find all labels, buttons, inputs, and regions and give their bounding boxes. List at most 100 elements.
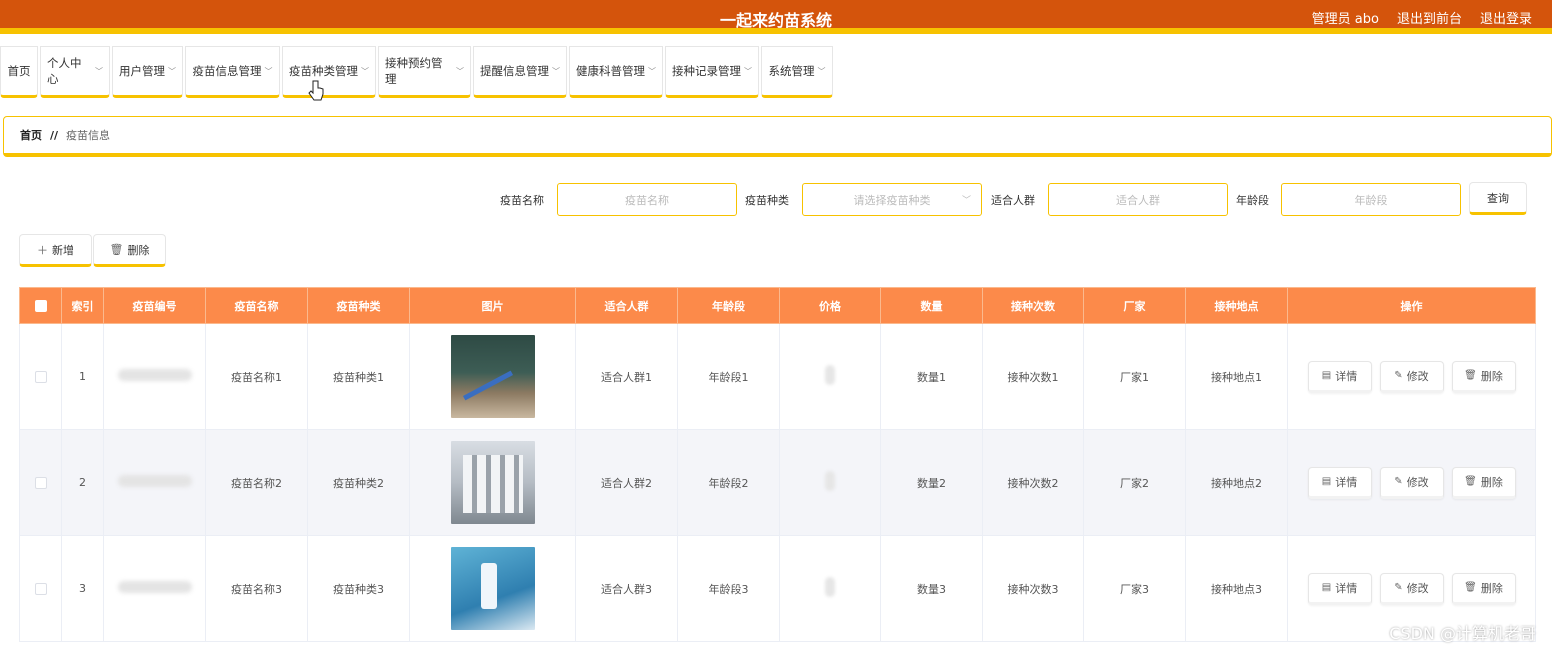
edit-button[interactable]: ✎ 修改	[1379, 466, 1444, 499]
row-select-cell[interactable]	[19, 323, 62, 430]
row-checkbox[interactable]	[34, 371, 47, 383]
top-header: 一起来约苗系统 管理员 abo 退出到前台 退出登录	[0, 0, 1552, 34]
search-age-placeholder: 年龄段	[1354, 193, 1388, 207]
detail-label: 详情	[1335, 475, 1358, 489]
row-select-cell[interactable]	[19, 429, 62, 536]
column-header: 适合人群	[575, 287, 678, 324]
nav-item-label: 系统管理	[768, 64, 815, 78]
row-checkbox[interactable]	[34, 477, 47, 489]
detail-button[interactable]: ▤ 详情	[1307, 360, 1372, 393]
chevron-down-icon: ﹀	[95, 66, 103, 76]
nav-item-label: 首页	[7, 64, 31, 78]
breadcrumb: 首页 // 疫苗信息	[3, 116, 1552, 157]
cell-actions: ▤ 详情 ✎ 修改 🗑 删除	[1287, 323, 1536, 430]
cell-times: 接种次数1	[982, 323, 1084, 430]
cell-crowd: 适合人群3	[575, 535, 678, 642]
vaccine-image	[450, 547, 535, 630]
nav-item-label: 疫苗信息管理	[192, 64, 262, 78]
cell-code	[103, 535, 206, 642]
redacted-code	[117, 369, 192, 381]
cell-quantity: 数量2	[880, 429, 983, 536]
edit-button[interactable]: ✎ 修改	[1379, 360, 1444, 393]
batch-delete-button[interactable]: 🗑 删除	[93, 234, 166, 267]
add-button-label: 新增	[52, 243, 74, 257]
edit-label: 修改	[1406, 475, 1429, 489]
cell-place: 接种地点1	[1185, 323, 1288, 430]
cell-price	[779, 323, 881, 430]
front-link[interactable]: 退出到前台	[1397, 8, 1462, 27]
redacted-code	[117, 581, 192, 593]
redacted-code	[117, 475, 192, 487]
nav-item[interactable]: 个人中心 ﹀	[40, 46, 110, 98]
delete-button[interactable]: 🗑 删除	[1451, 466, 1516, 499]
search-type-label: 疫苗种类	[745, 194, 789, 207]
column-header: 疫苗名称	[205, 287, 308, 324]
add-button[interactable]: ＋ 新增	[19, 234, 92, 267]
column-header: 厂家	[1083, 287, 1186, 324]
cell-image	[409, 323, 576, 430]
delete-label: 删除	[1480, 369, 1503, 383]
nav-item[interactable]: 接种预约管理 ﹀	[378, 46, 471, 98]
search-crowd-input[interactable]: 适合人群	[1048, 183, 1228, 216]
select-all-cell[interactable]	[19, 287, 62, 324]
header-links: 管理员 abo 退出到前台 退出登录	[1312, 8, 1532, 27]
breadcrumb-home[interactable]: 首页	[20, 127, 42, 143]
watermark: CSDN @计算机老哥	[1389, 624, 1536, 643]
cell-name: 疫苗名称2	[205, 429, 308, 536]
nav-item[interactable]: 疫苗种类管理 ﹀	[282, 46, 376, 98]
batch-delete-label: 删除	[127, 243, 150, 257]
query-button[interactable]: 查询	[1469, 182, 1527, 215]
cell-index: 1	[61, 323, 104, 430]
chevron-down-icon: ﹀	[456, 66, 464, 76]
delete-label: 删除	[1480, 475, 1503, 489]
search-age-input[interactable]: 年龄段	[1281, 183, 1461, 216]
pencil-icon: ✎	[1394, 476, 1403, 487]
trash-icon: 🗑	[1464, 370, 1477, 381]
column-header: 索引	[61, 287, 104, 324]
search-name-input[interactable]: 疫苗名称	[557, 183, 737, 216]
breadcrumb-current: 疫苗信息	[66, 129, 111, 142]
cell-crowd: 适合人群2	[575, 429, 678, 536]
detail-button[interactable]: ▤ 详情	[1307, 572, 1372, 605]
cell-place: 接种地点2	[1185, 429, 1288, 536]
select-all-checkbox[interactable]	[34, 300, 47, 312]
detail-button[interactable]: ▤ 详情	[1307, 466, 1372, 499]
chevron-down-icon: ﹀	[361, 66, 369, 76]
nav-item[interactable]: 疫苗信息管理 ﹀	[185, 46, 280, 98]
cell-quantity: 数量1	[880, 323, 983, 430]
nav-item[interactable]: 用户管理 ﹀	[112, 46, 183, 98]
chevron-down-icon: ﹀	[817, 66, 826, 76]
nav-item[interactable]: 系统管理 ﹀	[761, 46, 833, 98]
cell-quantity: 数量3	[880, 535, 983, 642]
detail-label: 详情	[1335, 369, 1358, 383]
document-icon: ▤	[1321, 370, 1332, 381]
nav-item[interactable]: 提醒信息管理 ﹀	[473, 46, 567, 98]
search-type-select[interactable]: 请选择疫苗种类 ﹀	[802, 183, 982, 216]
delete-button[interactable]: 🗑 删除	[1451, 360, 1516, 393]
row-checkbox[interactable]	[34, 583, 47, 595]
cell-crowd: 适合人群1	[575, 323, 678, 430]
trash-icon: 🗑	[1464, 476, 1477, 487]
cell-price	[779, 535, 881, 642]
nav-item[interactable]: 首页	[0, 46, 38, 98]
edit-button[interactable]: ✎ 修改	[1379, 572, 1444, 605]
cell-image	[409, 429, 576, 536]
cell-maker: 厂家2	[1083, 429, 1186, 536]
edit-label: 修改	[1406, 581, 1429, 595]
column-header: 接种地点	[1185, 287, 1288, 324]
nav-item[interactable]: 接种记录管理 ﹀	[665, 46, 759, 98]
cell-code	[103, 429, 206, 536]
cell-index: 3	[61, 535, 104, 642]
logout-link[interactable]: 退出登录	[1480, 8, 1532, 27]
table-row: 2 疫苗名称2 疫苗种类2 适合人群2 年龄段2 数量2 接种次数2 厂家2 接种地点2 ▤ 详情 ✎…	[19, 429, 1536, 536]
nav-item[interactable]: 健康科普管理 ﹀	[569, 46, 663, 98]
cell-age: 年龄段2	[677, 429, 780, 536]
document-icon: ▤	[1321, 582, 1332, 593]
row-select-cell[interactable]	[19, 535, 62, 642]
delete-button[interactable]: 🗑 删除	[1451, 572, 1516, 605]
mouse-cursor-icon	[308, 80, 324, 101]
cell-code	[103, 323, 206, 430]
chevron-down-icon: ﹀	[264, 66, 273, 76]
column-header: 年龄段	[677, 287, 780, 324]
chevron-down-icon: ﹀	[552, 66, 560, 76]
